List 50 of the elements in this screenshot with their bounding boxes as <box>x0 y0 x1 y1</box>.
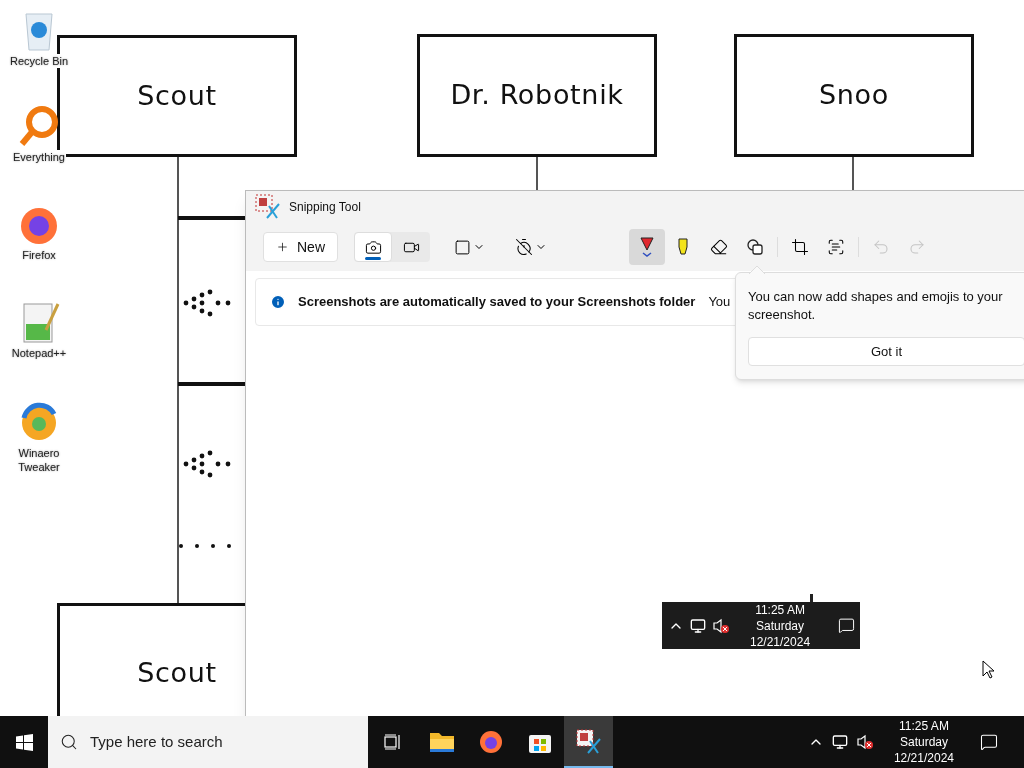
tool-button[interactable] <box>629 229 665 265</box>
new-button[interactable]: New <box>263 232 338 262</box>
desktop-icon-label[interactable]: Everything <box>12 150 66 164</box>
clock-time: 11:25 AM <box>755 601 805 618</box>
firefox-icon <box>478 730 503 754</box>
timer-off-icon <box>515 238 533 256</box>
rectangle-icon <box>454 238 471 256</box>
notification-icon <box>838 617 856 634</box>
desktop-icon-label[interactable]: Recycle Bin <box>8 54 70 68</box>
redo-icon <box>908 238 926 256</box>
pen-icon <box>637 235 657 259</box>
clock-time: 11:25 AM <box>899 718 949 734</box>
task-view-icon <box>384 734 402 750</box>
search-field[interactable]: Type here to search <box>48 716 368 768</box>
network-icon[interactable] <box>690 617 706 634</box>
folder-icon <box>428 731 455 753</box>
notification-icon[interactable] <box>980 733 998 751</box>
crop-icon <box>791 238 809 256</box>
camera-icon <box>364 238 382 256</box>
tip-text: You can now add shapes and emojis to your screenshot. <box>748 288 1004 324</box>
mouse-cursor-icon <box>982 660 994 679</box>
window-title: Snipping Tool <box>289 199 361 216</box>
info-message: Screenshots are automatically saved to your Screenshots folder <box>298 293 696 312</box>
clock-day: Saturday <box>899 734 948 750</box>
snipping-tool-icon <box>255 194 281 220</box>
windows-logo-icon <box>15 733 33 751</box>
muted-speaker-icon[interactable] <box>712 617 730 634</box>
network-icon[interactable] <box>831 734 848 750</box>
undo-icon <box>872 238 890 256</box>
shapes-icon <box>746 238 764 256</box>
info-extra-text: You <box>708 293 731 312</box>
node-label: Scout <box>137 78 217 113</box>
taskbar-app-button[interactable] <box>564 716 613 768</box>
mode-button[interactable] <box>354 232 392 262</box>
text-actions-icon <box>827 238 845 256</box>
got-it-button[interactable]: Got it <box>748 337 1024 366</box>
info-icon <box>270 294 286 310</box>
node-label: Scout <box>137 655 217 690</box>
desktop-icon-label[interactable]: Notepad++ <box>10 346 68 360</box>
eraser-icon <box>710 238 728 256</box>
search-icon <box>60 733 78 751</box>
clock-date: 12/21/2024 <box>893 750 954 766</box>
desktop-icon-label[interactable]: Firefox <box>21 248 57 262</box>
muted-speaker-icon[interactable] <box>855 734 874 750</box>
node-label: Dr. Robotnik <box>450 78 624 113</box>
node-label: Snoo <box>819 78 889 113</box>
clock-day: Saturday <box>756 617 805 634</box>
clock-date: 12/21/2024 <box>750 633 811 650</box>
search-placeholder: Type here to search <box>90 731 223 752</box>
snipping-tool-icon <box>575 729 602 755</box>
